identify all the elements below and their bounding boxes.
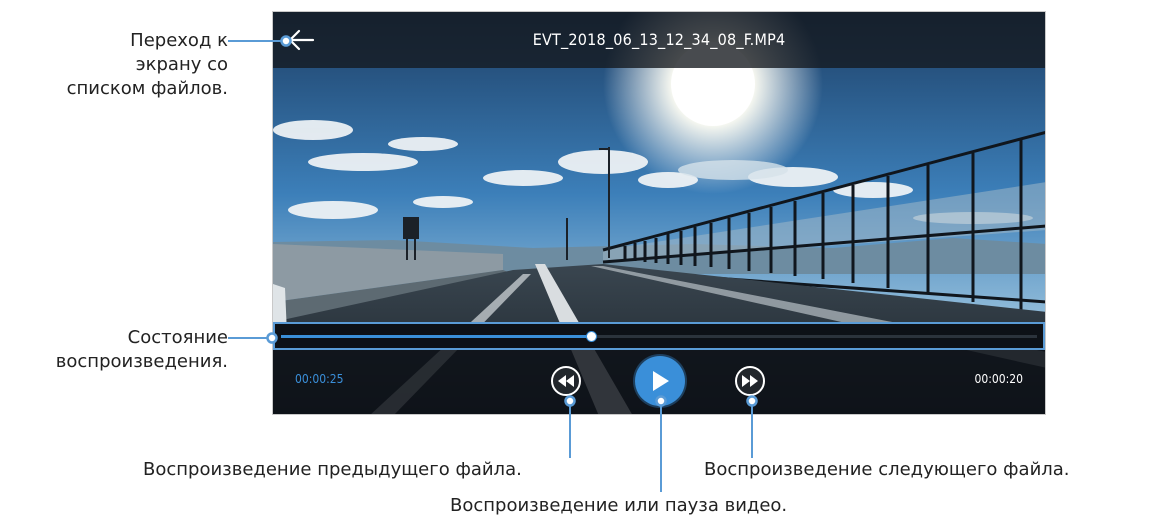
play-pause-button[interactable] — [635, 356, 685, 406]
file-name-title: EVT_2018_06_13_12_34_08_F.MP4 — [532, 30, 786, 49]
progress-thumb[interactable] — [585, 331, 597, 342]
callout-back: Переход к экрану со списком файлов. — [0, 29, 228, 101]
previous-file-button[interactable] — [551, 366, 581, 396]
callout-progress-line-2: воспроизведения. — [55, 351, 228, 372]
total-time: 00:00:20 — [974, 372, 1023, 386]
next-file-button[interactable] — [735, 366, 765, 396]
progress-track[interactable] — [281, 331, 1037, 342]
callout-progress: Состояние воспроизведения. — [0, 326, 228, 374]
arrow-left-icon — [288, 29, 315, 51]
callout-back-line-1: Переход к — [130, 30, 228, 51]
video-player-screen: EVT_2018_06_13_12_34_08_F.MP4 00:00:25 0… — [272, 11, 1046, 415]
fast-forward-icon — [742, 375, 758, 387]
progress-fill — [281, 335, 591, 338]
control-bar: 00:00:25 00:00:20 — [273, 350, 1045, 414]
elapsed-time: 00:00:25 — [295, 372, 344, 386]
playback-progress-bar[interactable] — [273, 322, 1045, 350]
top-bar: EVT_2018_06_13_12_34_08_F.MP4 — [273, 12, 1045, 68]
back-button[interactable] — [285, 26, 317, 54]
rewind-icon — [558, 375, 574, 387]
callout-previous-file: Воспроизведение предыдущего файла. — [143, 459, 522, 480]
play-icon — [653, 371, 669, 391]
callout-progress-line-1: Состояние — [127, 327, 228, 348]
callout-back-line-3: списком файлов. — [66, 78, 228, 99]
callout-play-pause: Воспроизведение или пауза видео. — [450, 495, 788, 516]
callout-back-line-2: экрану со — [135, 54, 228, 75]
callout-next-file: Воспроизведение следующего файла. — [704, 459, 1070, 480]
